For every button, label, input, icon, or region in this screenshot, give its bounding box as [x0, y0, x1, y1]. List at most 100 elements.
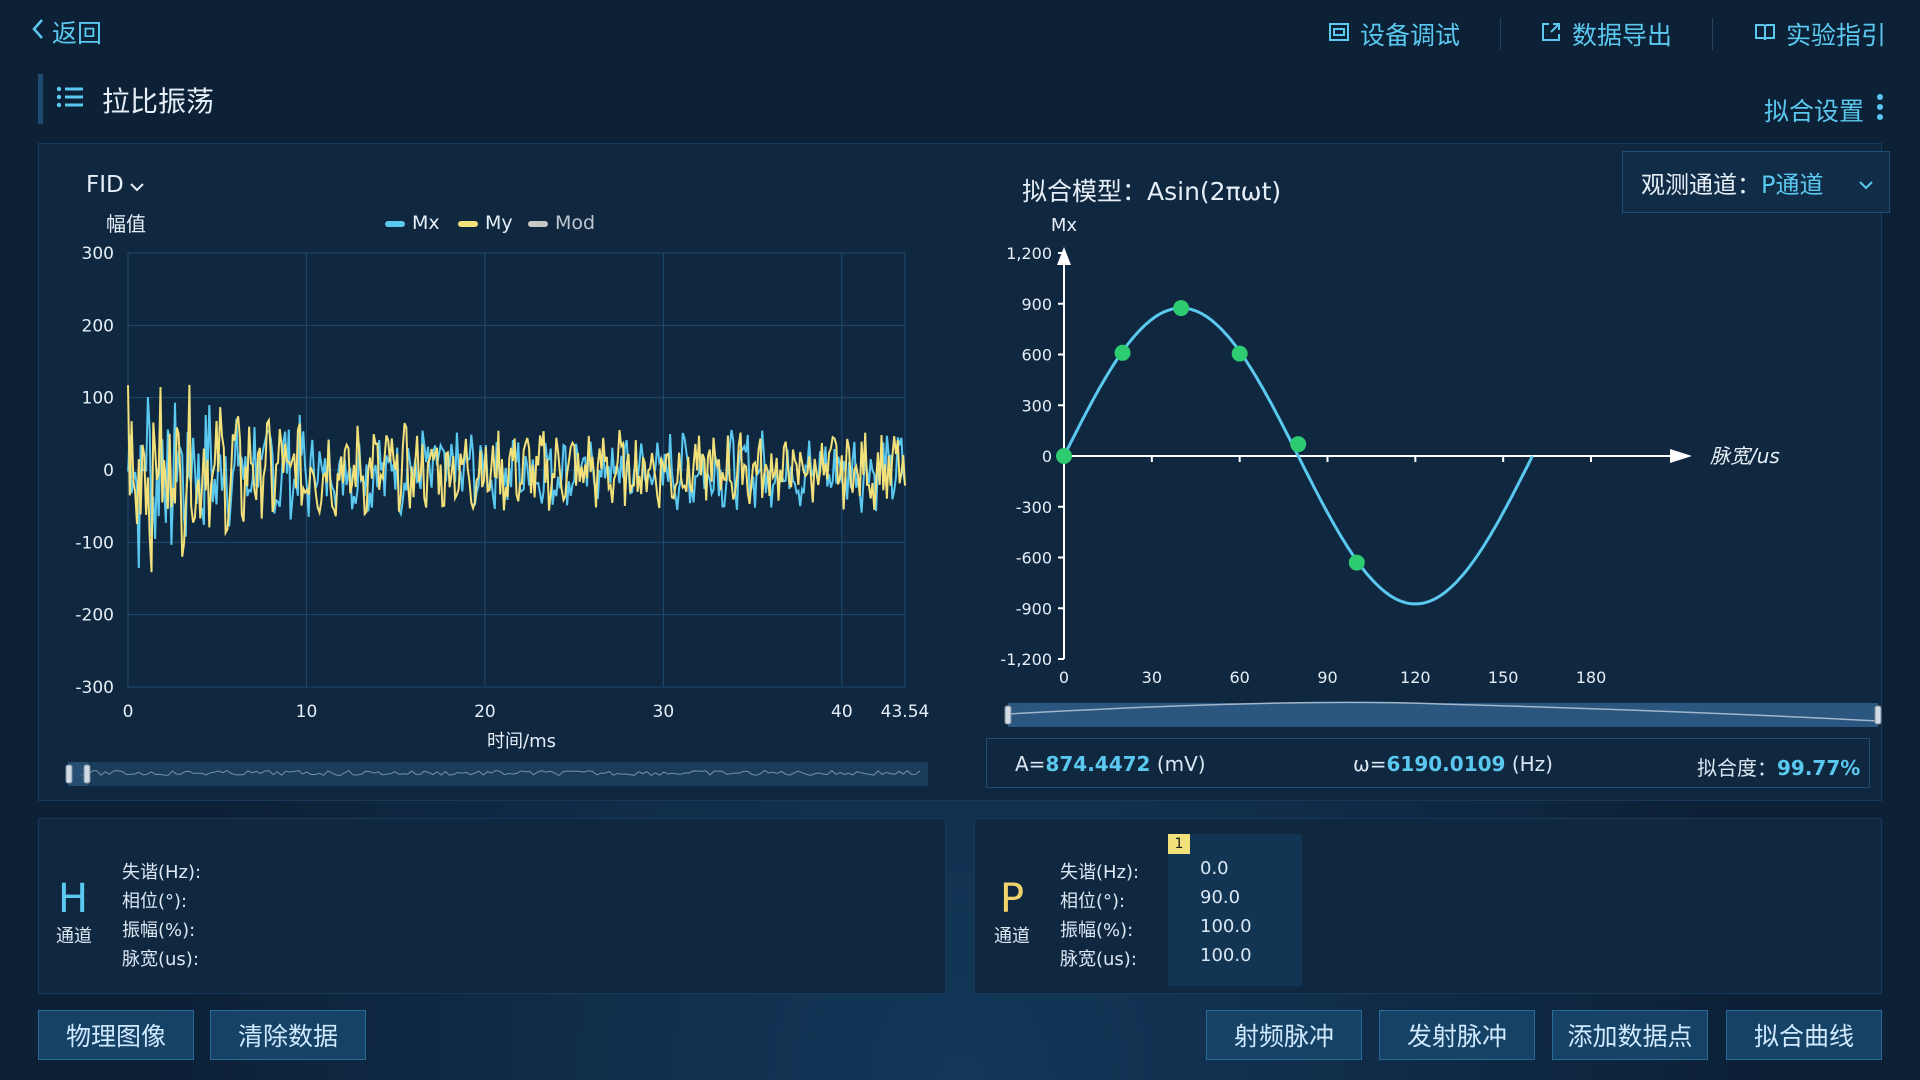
channel-label: 观测通道： — [1641, 170, 1761, 199]
fit-zoom-handle[interactable] — [1004, 705, 1012, 725]
p-param-pulse-width: 脉宽(us): — [1060, 949, 1137, 970]
fid-zoom-track[interactable] — [68, 762, 928, 786]
chevron-left-icon — [30, 17, 46, 47]
h-channel-letter: H — [58, 876, 89, 922]
p-param-amplitude: 振幅(%): — [1060, 920, 1134, 941]
pulse-index-badge: 1 — [1168, 834, 1190, 854]
legend-label-mx[interactable]: Mx — [412, 212, 440, 234]
fit-y-tick-label: 600 — [1021, 346, 1052, 365]
h-channel-sub: 通道 — [56, 926, 92, 947]
fit-x-tick-label: 60 — [1229, 668, 1249, 687]
list-icon[interactable] — [56, 86, 84, 112]
fit-result-bar: A=874.4472 (mV) ω=6190.0109 (Hz) 拟合度：99.… — [986, 738, 1870, 788]
nav-label: 实验指引 — [1786, 21, 1887, 50]
legend-label-mod[interactable]: Mod — [555, 212, 595, 234]
fit-x-tick-label: 90 — [1317, 668, 1337, 687]
fid-y-tick-label: 200 — [82, 316, 114, 336]
fid-x-tick-label: 43.54 — [881, 702, 930, 722]
p-value-phase: 90.0 — [1200, 887, 1241, 908]
fit-x-axis-label: 脉宽/us — [1710, 444, 1780, 468]
fid-y-tick-label: 300 — [82, 244, 114, 264]
chevron-down-icon — [130, 172, 144, 198]
fit-model-formula: Asin(2πωt) — [1147, 177, 1282, 206]
data-point[interactable] — [1290, 436, 1307, 453]
page-title: 拉比振荡 — [102, 85, 215, 118]
back-label: 返回 — [52, 19, 103, 48]
fit-y-tick-label: -300 — [1016, 498, 1052, 517]
p-param-phase: 相位(°): — [1060, 891, 1126, 912]
fit-curve-button[interactable]: 拟合曲线 — [1726, 1010, 1882, 1060]
p-value-detune: 0.0 — [1200, 858, 1229, 879]
data-point[interactable] — [1056, 448, 1072, 464]
add-data-point-button[interactable]: 添加数据点 — [1552, 1010, 1708, 1060]
fit-y-tick-label: 300 — [1021, 396, 1052, 415]
h-param-amplitude: 振幅(%): — [122, 920, 196, 941]
fid-x-tick-label: 30 — [653, 702, 675, 722]
amplitude-result: A=874.4472 (mV) — [1015, 752, 1206, 776]
p-channel-letter: P — [1000, 876, 1025, 922]
channel-value: P通道 — [1761, 170, 1824, 199]
legend-swatch-mx — [385, 221, 405, 227]
fid-x-axis-label: 时间/ms — [487, 731, 556, 752]
back-button[interactable]: 返回 — [30, 14, 102, 50]
y-axis-arrow-icon — [1057, 247, 1071, 265]
fit-x-tick-label: 150 — [1488, 668, 1519, 687]
fid-zoom-handle[interactable] — [65, 764, 73, 784]
legend-swatch-mod — [528, 221, 548, 227]
nav-divider — [1500, 18, 1501, 50]
fid-y-tick-label: -300 — [75, 678, 114, 698]
emit-pulse-button[interactable]: 发射脉冲 — [1379, 1010, 1535, 1060]
p-param-detune: 失谐(Hz): — [1060, 862, 1140, 883]
fit-settings-button[interactable]: 拟合设置 — [1764, 92, 1884, 128]
chevron-down-icon — [1859, 168, 1873, 196]
rf-pulse-button[interactable]: 射频脉冲 — [1206, 1010, 1362, 1060]
fit-x-tick-label: 30 — [1142, 668, 1162, 687]
fid-y-tick-label: -200 — [75, 606, 114, 626]
data-point[interactable] — [1114, 344, 1131, 361]
fit-chart[interactable]: Mx1,2009006003000-300-600-900-1,200脉宽/us… — [990, 205, 1890, 735]
fid-x-tick-label: 0 — [123, 702, 134, 722]
frequency-result: ω=6190.0109 (Hz) — [1353, 752, 1553, 776]
my-series-line — [127, 384, 906, 573]
h-param-pulse-width: 脉宽(us): — [122, 949, 199, 970]
x-axis-arrow-icon — [1670, 449, 1692, 463]
fit-y-tick-label: 1,200 — [1006, 244, 1052, 263]
nav-label: 设备调试 — [1360, 21, 1461, 50]
fid-zoom-handle[interactable] — [83, 764, 91, 784]
h-param-detune: 失谐(Hz): — [122, 862, 202, 883]
h-param-phase: 相位(°): — [122, 891, 188, 912]
fid-zoom-slider[interactable] — [65, 762, 928, 786]
fid-y-tick-label: 0 — [103, 461, 114, 481]
data-point[interactable] — [1348, 554, 1365, 571]
fit-settings-label: 拟合设置 — [1763, 97, 1864, 126]
clear-data-button[interactable]: 清除数据 — [210, 1010, 366, 1060]
fid-y-axis-label: 幅值 — [106, 212, 146, 236]
data-point[interactable] — [1231, 345, 1248, 362]
nav-data-export[interactable]: 数据导出 — [1540, 16, 1672, 52]
p-channel-sub: 通道 — [994, 926, 1030, 947]
p-value-amplitude: 100.0 — [1200, 916, 1252, 937]
more-vertical-icon — [1876, 93, 1884, 127]
data-point[interactable] — [1173, 300, 1190, 317]
fid-chart[interactable]: 300 200 100 0 -100 -200 -300 0 10 20 30 40 43.54 幅值时间… — [60, 205, 960, 795]
physical-image-button[interactable]: 物理图像 — [38, 1010, 194, 1060]
fit-y-tick-label: 0 — [1042, 447, 1052, 466]
fid-x-tick-label: 10 — [296, 702, 318, 722]
fit-x-tick-label: 180 — [1576, 668, 1607, 687]
nav-experiment-guide[interactable]: 实验指引 — [1754, 16, 1886, 52]
fit-zoom-handle[interactable] — [1874, 705, 1882, 725]
export-icon — [1540, 20, 1562, 49]
fit-y-tick-label: 900 — [1021, 295, 1052, 314]
legend-label-my[interactable]: My — [485, 212, 513, 234]
dropdown-value: FID — [86, 172, 124, 198]
nav-device-debug[interactable]: 设备调试 — [1328, 16, 1460, 52]
fit-y-tick-label: -1,200 — [1000, 650, 1052, 669]
nav-label: 数据导出 — [1572, 21, 1673, 50]
device-debug-icon — [1328, 20, 1350, 49]
fit-y-tick-label: -600 — [1016, 549, 1052, 568]
book-icon — [1754, 20, 1776, 49]
signal-type-dropdown[interactable]: FID — [86, 172, 144, 198]
fit-zoom-slider[interactable] — [1004, 701, 1882, 727]
channel-select[interactable]: 观测通道： P通道 — [1622, 151, 1890, 213]
fit-model: 拟合模型：Asin(2πωt) — [1022, 172, 1281, 208]
